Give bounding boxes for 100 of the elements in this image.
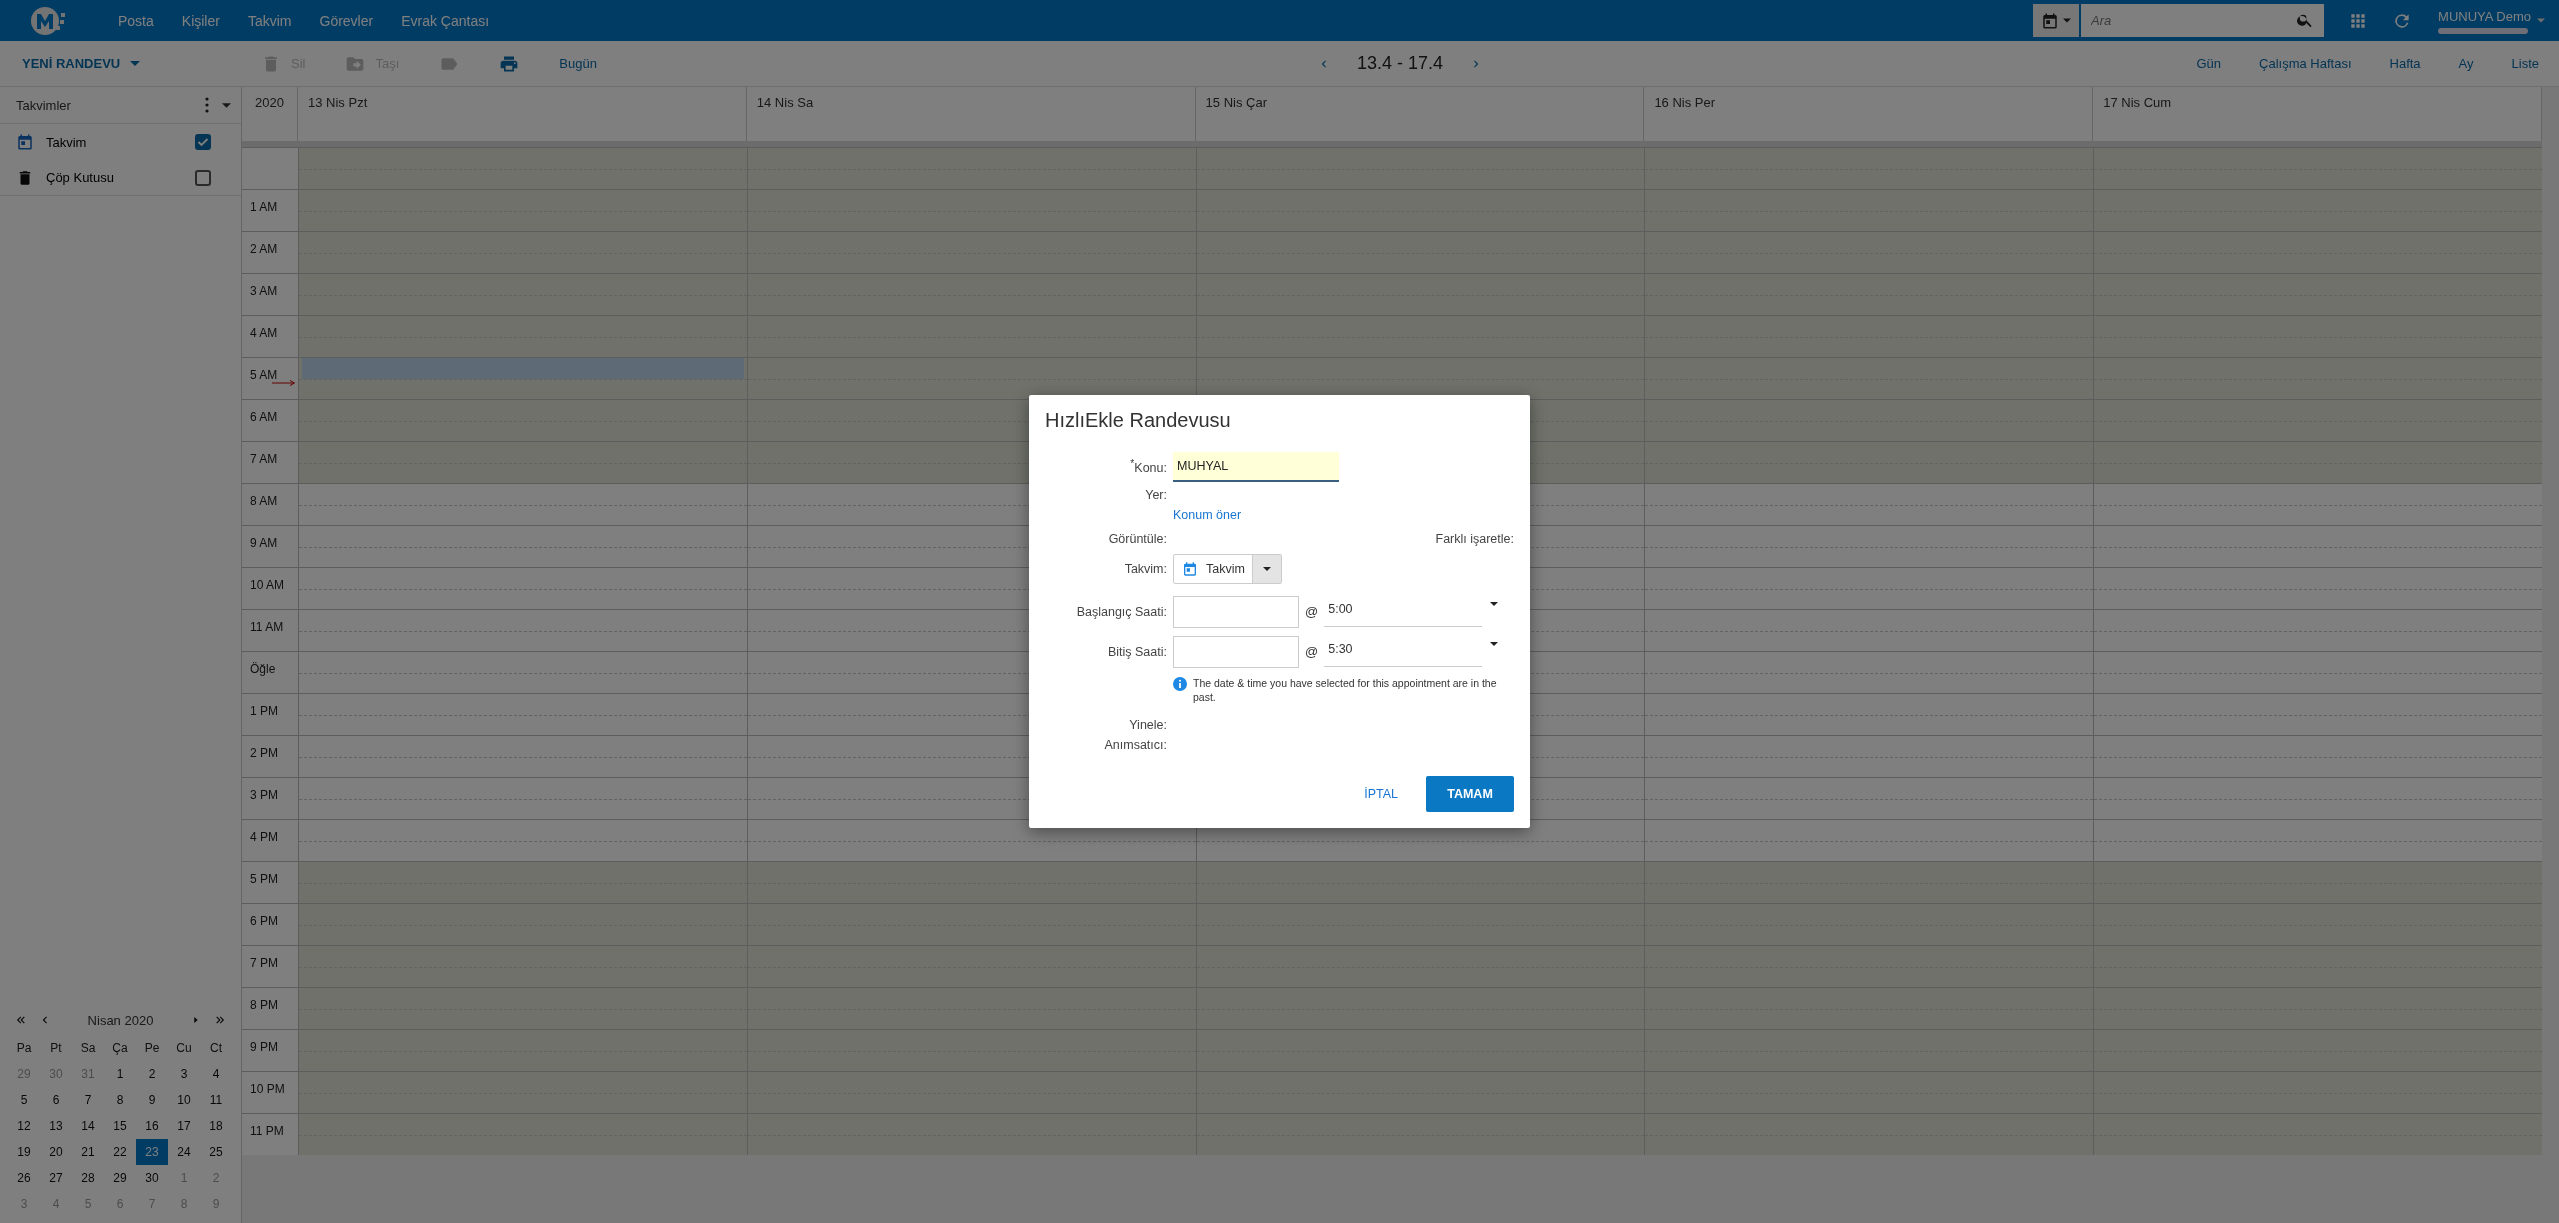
calendar-day[interactable]: 13 bbox=[40, 1113, 72, 1139]
field-label: Görüntüle: bbox=[1107, 531, 1167, 546]
day-header: 15 Nis Çar bbox=[1195, 87, 1645, 141]
nav-link[interactable]: Takvim bbox=[247, 8, 292, 33]
checkbox[interactable] bbox=[195, 169, 211, 186]
today-button[interactable]: Bugün bbox=[559, 56, 597, 71]
user-name[interactable]: MUNUYA Demo bbox=[2438, 9, 2531, 24]
date-range: 13.4 - 17.4 bbox=[1356, 53, 1444, 74]
calendar-day[interactable]: 17 bbox=[168, 1113, 200, 1139]
time-select[interactable]: 5:00 bbox=[1324, 595, 1499, 628]
hour-label: 11 PM bbox=[250, 1124, 284, 1138]
view-tab[interactable]: Çalışma Haftası bbox=[2259, 56, 2352, 71]
calendar-day[interactable]: 25 bbox=[200, 1139, 232, 1165]
weekday-label: Pt bbox=[50, 1041, 62, 1055]
view-tab[interactable]: Ay bbox=[2458, 56, 2474, 71]
view-tab[interactable]: Liste bbox=[2511, 56, 2539, 71]
calendar-day[interactable]: 5 bbox=[8, 1087, 40, 1113]
calendar-icon bbox=[16, 133, 34, 151]
calendar-day[interactable]: 27 bbox=[40, 1165, 72, 1191]
calendar-day[interactable]: 12 bbox=[8, 1113, 40, 1139]
nav-link[interactable]: Kişiler bbox=[181, 8, 220, 33]
calendar-day[interactable]: 29 bbox=[104, 1165, 136, 1191]
calendar-day[interactable]: 16 bbox=[136, 1113, 168, 1139]
calendar-day[interactable]: 20 bbox=[40, 1139, 72, 1165]
nav-link[interactable]: Görevler bbox=[319, 8, 374, 33]
calendar-icon bbox=[2041, 11, 2060, 30]
calendar-select[interactable]: Takvim bbox=[1173, 553, 1282, 584]
date-input[interactable] bbox=[1173, 595, 1299, 628]
hour-label: 2 PM bbox=[250, 746, 278, 760]
calendar-day[interactable]: 23 bbox=[136, 1139, 168, 1165]
month-title: Nisan 2020 bbox=[86, 1012, 155, 1028]
field-label: Anımsatıcı: bbox=[1103, 738, 1167, 753]
field-label: Yinele: bbox=[1128, 718, 1167, 733]
calendar-day[interactable]: 8 bbox=[104, 1087, 136, 1113]
hour-label: 4 PM bbox=[250, 830, 278, 844]
hour-label: 10 AM bbox=[250, 578, 285, 592]
hour-label: 6 PM bbox=[250, 914, 278, 928]
hour-label: 2 AM bbox=[250, 242, 278, 256]
weekday-label: Ça bbox=[112, 1041, 128, 1055]
year-label: 2020 bbox=[242, 87, 298, 141]
caret-icon bbox=[222, 102, 231, 108]
calendar-day[interactable]: 30 bbox=[136, 1165, 168, 1191]
hour-label: 5 AM bbox=[250, 368, 278, 382]
hour-label: Öğle bbox=[250, 662, 276, 676]
caret-icon bbox=[1490, 601, 1499, 606]
calendar-day[interactable]: 15 bbox=[104, 1113, 136, 1139]
field-label: $^{*}$Konu: bbox=[1129, 458, 1167, 476]
nav-link[interactable]: Posta bbox=[118, 8, 154, 33]
subject-input[interactable]: MUHYAL bbox=[1173, 451, 1339, 482]
calendar-dropdown[interactable] bbox=[2033, 4, 2080, 37]
hour-label: 8 PM bbox=[250, 998, 278, 1012]
suggest-location-link[interactable]: Konum öner bbox=[1173, 507, 1242, 522]
view-tab[interactable]: Gün bbox=[2196, 56, 2222, 71]
calendar-day[interactable]: 14 bbox=[72, 1113, 104, 1139]
caret-icon bbox=[2063, 18, 2072, 23]
field-label: Başlangıç Saati: bbox=[1075, 604, 1167, 619]
calendar-day[interactable]: 19 bbox=[8, 1139, 40, 1165]
calendar-day[interactable]: 24 bbox=[168, 1139, 200, 1165]
field-label: Farklı işaretle: bbox=[1435, 531, 1514, 546]
calendar-day[interactable]: 11 bbox=[200, 1087, 232, 1113]
calendar-day[interactable]: 28 bbox=[72, 1165, 104, 1191]
day-header: 16 Nis Per bbox=[1644, 87, 2094, 141]
day-header: 17 Nis Cum bbox=[2093, 87, 2542, 141]
view-tab[interactable]: Hafta bbox=[2389, 56, 2421, 71]
time-select[interactable]: 5:30 bbox=[1324, 635, 1499, 668]
checkbox[interactable] bbox=[195, 134, 211, 150]
calendar-day[interactable]: 9 bbox=[136, 1087, 168, 1113]
calendar-day[interactable]: 3 bbox=[168, 1061, 200, 1087]
calendar-day[interactable]: 7 bbox=[72, 1087, 104, 1113]
calendar-icon bbox=[1182, 560, 1198, 577]
field-label: Yer: bbox=[1144, 487, 1167, 502]
dialog-title: HızlıEkle Randevusu bbox=[1045, 408, 1232, 432]
weekday-label: Ct bbox=[210, 1041, 222, 1055]
past-date-notice: The date & time you have selected for this appointment are in the past. bbox=[1193, 675, 1498, 705]
ok-button[interactable]: TAMAM bbox=[1426, 776, 1514, 813]
weekday-label: Pa bbox=[16, 1041, 32, 1055]
hour-label: 11 AM bbox=[250, 620, 284, 634]
calendar-item[interactable]: Çöp Kutusu bbox=[0, 160, 241, 196]
logo-icon bbox=[30, 4, 68, 37]
calendar-item[interactable]: Takvim bbox=[0, 124, 241, 160]
search-field[interactable]: Ara bbox=[2081, 4, 2325, 37]
calendar-day[interactable]: 22 bbox=[104, 1139, 136, 1165]
calendar-day[interactable]: 6 bbox=[40, 1087, 72, 1113]
calendar-day[interactable]: 10 bbox=[168, 1087, 200, 1113]
hour-label: 1 PM bbox=[250, 704, 278, 718]
nav-link[interactable]: Evrak Çantası bbox=[401, 8, 490, 33]
weekday-label: Cu bbox=[176, 1041, 192, 1055]
calendar-day[interactable]: 4 bbox=[200, 1061, 232, 1087]
calendar-day[interactable]: 21 bbox=[72, 1139, 104, 1165]
new-appointment-button[interactable]: YENİ RANDEVU bbox=[16, 55, 147, 72]
calendar-day[interactable]: 1 bbox=[104, 1061, 136, 1087]
calendar-day[interactable]: 2 bbox=[136, 1061, 168, 1087]
hour-label: 7 PM bbox=[250, 956, 278, 970]
cancel-button[interactable]: İPTAL bbox=[1364, 787, 1398, 802]
weekday-label: Sa bbox=[80, 1041, 96, 1055]
more-icon[interactable] bbox=[204, 97, 210, 113]
date-input[interactable] bbox=[1173, 635, 1299, 668]
calendar-day[interactable]: 18 bbox=[200, 1113, 232, 1139]
calendar-day[interactable]: 26 bbox=[8, 1165, 40, 1191]
hour-label: 4 AM bbox=[250, 326, 278, 340]
